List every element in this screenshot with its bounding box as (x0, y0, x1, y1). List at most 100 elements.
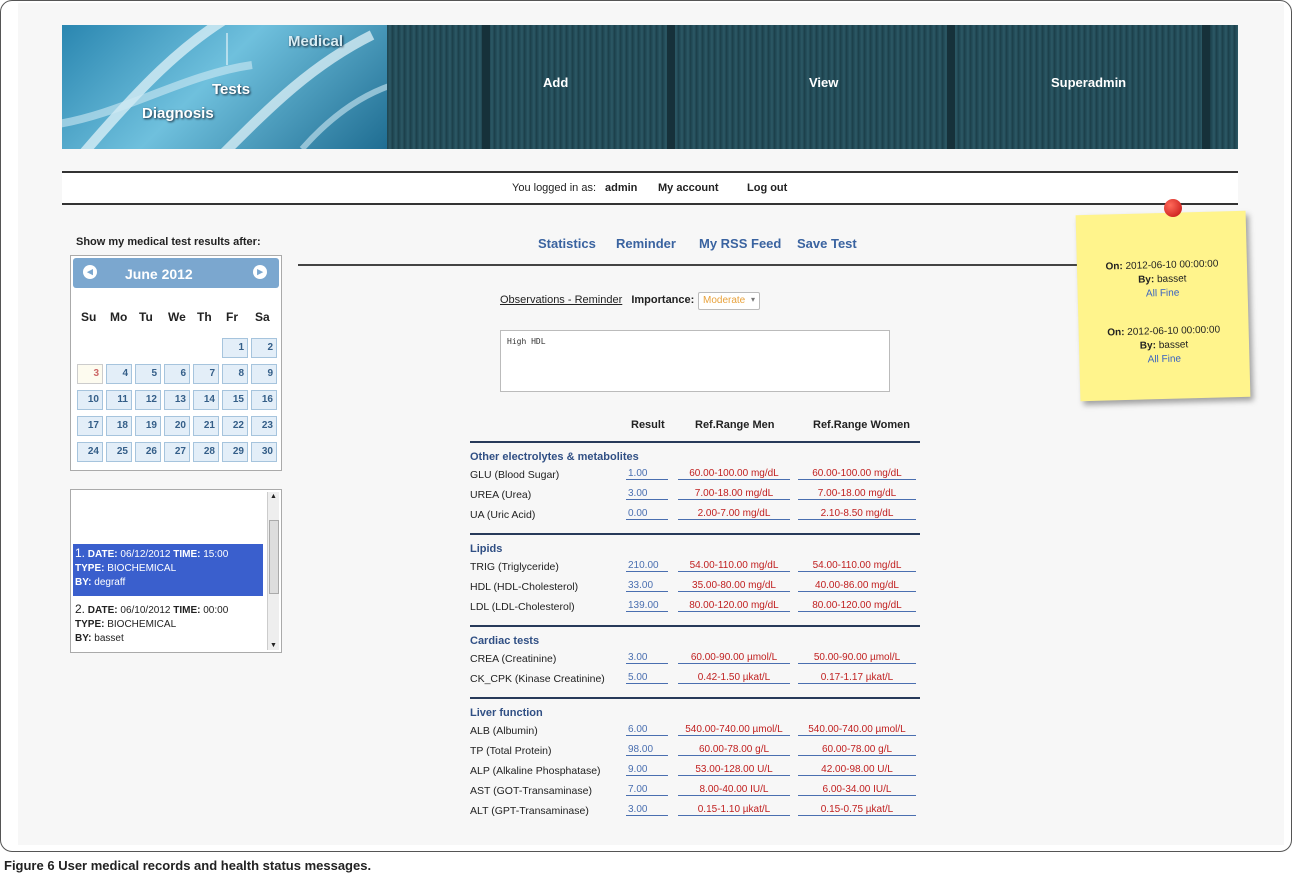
ref-range-men: 2.00-7.00 mg/dL (678, 508, 790, 520)
calendar-day[interactable]: 22 (222, 416, 248, 436)
reminder-link[interactable]: Reminder (616, 236, 676, 251)
test-name: LDL (LDL-Cholesterol) (470, 601, 575, 613)
test-name: UREA (Urea) (470, 489, 532, 501)
ref-range-men: 60.00-100.00 mg/dL (678, 468, 790, 480)
result-value[interactable]: 3.00 (626, 804, 668, 816)
calendar-day[interactable]: 7 (193, 364, 219, 384)
calendar-day[interactable]: 16 (251, 390, 277, 410)
login-user: admin (605, 182, 638, 194)
record-date-label: DATE: (87, 549, 118, 560)
sticky-by: basset (1158, 339, 1189, 352)
notes-textarea[interactable]: High HDL (500, 330, 890, 392)
result-value[interactable]: 5.00 (626, 672, 668, 684)
result-value[interactable]: 7.00 (626, 784, 668, 796)
calendar-day[interactable]: 19 (135, 416, 161, 436)
calendar-day[interactable]: 21 (193, 416, 219, 436)
observations-row: Observations - Reminder Importance: (500, 294, 694, 306)
record-time-label: TIME: (173, 605, 201, 616)
record-by: basset (94, 633, 124, 644)
test-name: TP (Total Protein) (470, 745, 552, 757)
record-date-label: DATE: (87, 605, 118, 616)
nav-superadmin[interactable]: Superadmin (947, 25, 1238, 149)
sticky-by-label: By: (1139, 340, 1157, 352)
calendar-day[interactable]: 8 (222, 364, 248, 384)
nav-add[interactable]: Add (387, 25, 667, 149)
calendar-day[interactable]: 28 (193, 442, 219, 462)
ref-range-men: 60.00-78.00 g/L (678, 744, 790, 756)
calendar-day[interactable]: 5 (135, 364, 161, 384)
calendar-day[interactable]: 18 (106, 416, 132, 436)
scroll-up-icon[interactable]: ▲ (270, 493, 277, 500)
result-value[interactable]: 210.00 (626, 560, 668, 572)
record-time: 15:00 (203, 549, 229, 560)
result-value[interactable]: 33.00 (626, 580, 668, 592)
calendar-day[interactable]: 12 (135, 390, 161, 410)
calendar-day[interactable]: 17 (77, 416, 103, 436)
calendar-day[interactable]: 29 (222, 442, 248, 462)
record-number: 2. (75, 602, 86, 616)
result-value[interactable]: 139.00 (626, 600, 668, 612)
my-account-link[interactable]: My account (658, 182, 719, 194)
section-rule (470, 697, 920, 699)
logout-link[interactable]: Log out (747, 182, 787, 194)
section-rule (470, 533, 920, 535)
calendar-day[interactable]: 23 (251, 416, 277, 436)
section-rule (470, 441, 920, 443)
test-name: ALT (GPT-Transaminase) (470, 805, 589, 817)
calendar-day[interactable]: 6 (164, 364, 190, 384)
prev-month-icon[interactable]: ◂ (83, 265, 97, 279)
scroll-down-icon[interactable]: ▼ (270, 642, 277, 649)
calendar-day[interactable]: 3 (77, 364, 103, 384)
result-value[interactable]: 3.00 (626, 488, 668, 500)
list-item[interactable]: 1. DATE: 06/12/2012 TIME: 15:00 TYPE: BI… (73, 544, 263, 596)
weekday-label: Mo (110, 310, 128, 324)
calendar-label: Show my medical test results after: (76, 236, 261, 248)
result-value[interactable]: 6.00 (626, 724, 668, 736)
calendar-day[interactable]: 15 (222, 390, 248, 410)
calendar-day[interactable]: 26 (135, 442, 161, 462)
ref-range-men: 35.00-80.00 mg/dL (678, 580, 790, 592)
calendar-day[interactable]: 13 (164, 390, 190, 410)
statistics-link[interactable]: Statistics (538, 236, 596, 251)
ref-range-men: 540.00-740.00 µmol/L (678, 724, 790, 736)
figure-caption: Figure 6 User medical records and health… (4, 858, 371, 873)
section-title: Liver function (470, 707, 543, 719)
list-item[interactable]: 2. DATE: 06/10/2012 TIME: 00:00 TYPE: BI… (73, 602, 263, 646)
calendar-day[interactable]: 11 (106, 390, 132, 410)
result-value[interactable]: 98.00 (626, 744, 668, 756)
logo[interactable]: Medical Tests Diagnosis (62, 25, 387, 149)
result-value[interactable]: 1.00 (626, 468, 668, 480)
calendar-day[interactable]: 27 (164, 442, 190, 462)
ref-range-women: 60.00-100.00 mg/dL (798, 468, 916, 480)
calendar-day[interactable]: 9 (251, 364, 277, 384)
ref-range-men: 0.15-1.10 µkat/L (678, 804, 790, 816)
scroll-thumb[interactable] (269, 520, 279, 594)
test-name: AST (GOT-Transaminase) (470, 785, 592, 797)
calendar-day[interactable]: 20 (164, 416, 190, 436)
calendar-day[interactable]: 2 (251, 338, 277, 358)
calendar-day[interactable]: 1 (222, 338, 248, 358)
next-month-icon[interactable]: ▸ (253, 265, 267, 279)
save-test-link[interactable]: Save Test (797, 236, 857, 251)
calendar-day[interactable]: 4 (106, 364, 132, 384)
importance-select[interactable]: Moderate ▾ (698, 292, 760, 310)
scrollbar[interactable]: ▲ ▼ (267, 492, 279, 650)
nav-view[interactable]: View (667, 25, 947, 149)
ref-range-women: 60.00-78.00 g/L (798, 744, 916, 756)
calendar-day[interactable]: 14 (193, 390, 219, 410)
section-title: Cardiac tests (470, 635, 540, 647)
calendar-day[interactable]: 25 (106, 442, 132, 462)
calendar-day[interactable]: 10 (77, 390, 103, 410)
rss-feed-link[interactable]: My RSS Feed (699, 236, 781, 251)
calendar-day[interactable]: 30 (251, 442, 277, 462)
calendar-day[interactable]: 24 (77, 442, 103, 462)
record-by-label: BY: (75, 577, 92, 588)
result-value[interactable]: 3.00 (626, 652, 668, 664)
ref-range-women: 0.17-1.17 µkat/L (798, 672, 916, 684)
nav-view-label: View (809, 75, 839, 90)
result-value[interactable]: 0.00 (626, 508, 668, 520)
observations-link[interactable]: Observations - Reminder (500, 294, 622, 306)
result-value[interactable]: 9.00 (626, 764, 668, 776)
section-title: Other electrolytes & metabolites (470, 451, 639, 463)
test-name: HDL (HDL-Cholesterol) (470, 581, 579, 593)
